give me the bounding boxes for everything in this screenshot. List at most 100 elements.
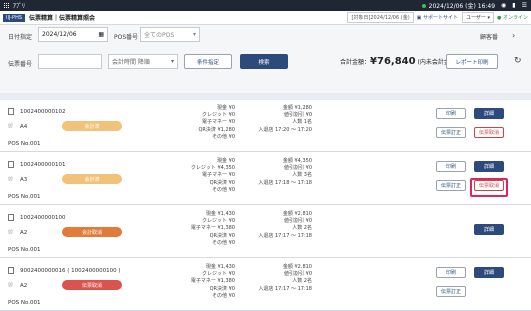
payment-line: その他 ¥0 [212, 292, 235, 299]
sort-select[interactable]: 会計時間 降順 ▾ [108, 54, 178, 69]
seat-number: A2 [20, 230, 28, 236]
receipt-id: 1002400000102 [20, 109, 66, 115]
receipt-id: 1002400000101 [20, 162, 66, 168]
filter-area: 日付指定 2024/12/06 ▦ POS番号 全てのPOS ▾ 顧客番 › 伝票番… [0, 25, 531, 93]
pos-number: POS No.001 [8, 194, 41, 200]
app-name: ｱﾌﾟﾘ [13, 3, 26, 10]
detail-button[interactable]: 詳細 [474, 224, 504, 235]
seat-number: A3 [20, 177, 28, 183]
receipt-input[interactable] [38, 54, 102, 69]
detail-button[interactable]: 詳細 [474, 267, 504, 278]
receipt-row: 1002400000100 ⛆ A2 会計取消 POS No.001 現金 ¥1,430 ク… [0, 206, 531, 258]
payment-breakdown: 現金 ¥0 クレジット ¥0 電子マネー ¥0 QR決済 ¥1,280 その他 ¥0 [175, 105, 236, 141]
seat-number: A2 [20, 283, 28, 289]
print-button[interactable]: 印刷 [436, 108, 466, 119]
summary-line: 人数 2名 [292, 225, 312, 232]
app-grid-icon[interactable] [4, 2, 10, 9]
print-button[interactable]: 印刷 [436, 161, 466, 172]
summary-breakdown: 金額 ¥1,280 値引割引 ¥0 人数 1名 入退店 17:20 ～ 17:20 [252, 105, 312, 134]
payment-line: 電子マネー ¥0 [202, 172, 235, 179]
calendar-icon[interactable]: ▦ [98, 31, 104, 38]
search-button[interactable]: 検索 [240, 54, 288, 69]
payment-line: 電子マネー ¥1,380 [190, 225, 235, 232]
chevron-right-icon[interactable]: › [512, 31, 515, 40]
wifi-icon: ◉ [501, 2, 507, 9]
table-icon: ⛆ [8, 176, 13, 183]
system-topbar: ｱﾌﾟﾘ 2024/12/06 (金) 16:49 ◉ ▮ ☰ [0, 0, 531, 11]
seat-number: A4 [20, 124, 28, 130]
receipt-row: 9002400000016 ( 1002400000100 ) ⛆ A2 伝票取消 PO… [0, 259, 531, 311]
table-icon: ⛆ [8, 123, 13, 130]
status-badge: 会計済 [62, 121, 122, 131]
target-date-label: [対象日]2024/12/06 (金) [347, 12, 414, 23]
summary-line: 入退店 17:17 ～ 17:18 [258, 232, 312, 239]
table-icon: ⛆ [8, 282, 13, 289]
detail-button[interactable]: 詳細 [474, 108, 504, 119]
receipt-label: 伝票番号 [8, 61, 33, 68]
detail-button[interactable]: 詳細 [474, 161, 504, 172]
receipt-icon [8, 161, 14, 168]
pos-label: POS番号 [114, 34, 139, 41]
pos-select[interactable]: 全てのPOS ▾ [140, 27, 200, 42]
status-badge: 会計済 [62, 174, 122, 184]
summary-breakdown: 金額 ¥4,350 値引割引 ¥0 人数 3名 入退店 17:18 ～ 17:18 [252, 158, 312, 187]
payment-line: QR決済 ¥0 [209, 179, 235, 186]
payment-breakdown: 現金 ¥1,430 クレジット ¥0 電子マネー ¥1,380 QR決済 ¥0 その他 … [175, 264, 235, 300]
payment-line: 現金 ¥0 [217, 105, 235, 111]
pos-number: POS No.001 [8, 300, 41, 306]
payment-line: 電子マネー ¥0 [202, 119, 235, 126]
payment-line: 現金 ¥0 [217, 158, 235, 164]
payment-line: その他 ¥0 [212, 239, 235, 246]
payment-breakdown: 現金 ¥0 クレジット ¥4,350 電子マネー ¥0 QR決済 ¥0 その他 ¥0 [175, 158, 235, 194]
refresh-icon[interactable]: ↻ [514, 56, 522, 66]
datetime: 2024/12/06 (金) 16:49 [428, 3, 496, 10]
support-link[interactable]: ▣ サポートサイト [417, 14, 458, 21]
print-button[interactable]: 印刷 [436, 267, 466, 278]
receipt-id: 9002400000016 ( 1002400000100 ) [20, 268, 121, 274]
pos-number: POS No.001 [8, 247, 41, 253]
summary-line: 入退店 17:17 ～ 17:18 [258, 285, 312, 292]
payment-line: QR決済 ¥0 [209, 232, 235, 239]
payment-line: 現金 ¥1,430 [205, 211, 235, 217]
receipt-list: 1002400000102 ⛆ A4 会計済 POS No.001 現金 ¥0 クレジット … [0, 100, 531, 311]
date-input[interactable]: 2024/12/06 ▦ [38, 27, 108, 42]
receipt-row: 1002400000101 ⛆ A3 会計済 POS No.001 現金 ¥0 クレジット … [0, 153, 531, 205]
menu-icon[interactable]: ☰ [522, 2, 527, 9]
payment-line: QR決済 ¥1,280 [198, 126, 236, 133]
table-icon: ⛆ [8, 229, 13, 236]
payment-line: QR決済 ¥0 [209, 285, 235, 292]
summary-breakdown: 金額 ¥2,810 値引割引 ¥0 人数 2名 入退店 17:17 ～ 17:18 [252, 264, 312, 293]
payment-breakdown: 現金 ¥1,430 クレジット ¥0 電子マネー ¥1,380 QR決済 ¥0 その他 … [175, 211, 235, 247]
page-header: IIJ-PHS 伝票精算｜伝票精算照会 [対象日]2024/12/06 (金) … [0, 11, 531, 25]
receipt-icon [8, 214, 14, 221]
summary-line: 人数 1名 [292, 119, 312, 126]
receipt-icon [8, 267, 14, 274]
correct-receipt-button[interactable]: 伝票訂正 [436, 127, 466, 138]
status-badge: 会計取消 [62, 227, 122, 237]
payment-line: その他 ¥0 [212, 186, 235, 193]
highlight-frame [470, 178, 508, 197]
online-status: ● オンライン [497, 15, 528, 21]
online-dot-icon [421, 3, 426, 8]
summary-line: 人数 3名 [292, 172, 312, 179]
payment-line: 現金 ¥1,430 [205, 264, 235, 270]
page-title: 伝票精算｜伝票精算照会 [29, 15, 96, 22]
correct-receipt-button[interactable]: 伝票訂正 [436, 180, 466, 191]
battery-icon: ▮ [512, 2, 516, 9]
user-select[interactable]: ユーザー ▾ [462, 12, 495, 23]
app-code-badge: IIJ-PHS [3, 13, 25, 22]
report-print-button[interactable]: レポート印刷 [446, 54, 498, 69]
receipt-row: 1002400000102 ⛆ A4 会計済 POS No.001 現金 ¥0 クレジット … [0, 100, 531, 152]
condition-button[interactable]: 条件指定 [184, 54, 232, 69]
summary-line: 人数 2名 [292, 278, 312, 285]
payment-line: その他 ¥0 [212, 133, 235, 140]
summary-line: 入退店 17:20 ～ 17:20 [258, 126, 312, 133]
date-label: 日付指定 [8, 34, 33, 41]
summary-line: 入退店 17:18 ～ 17:18 [258, 179, 312, 186]
correct-receipt-button[interactable]: 伝票訂正 [436, 286, 466, 297]
payment-line: 電子マネー ¥1,380 [190, 278, 235, 285]
summary-breakdown: 金額 ¥2,810 値引割引 ¥0 人数 2名 入退店 17:17 ～ 17:18 [252, 211, 312, 240]
cancel-receipt-button[interactable]: 伝票取消 [474, 127, 504, 138]
customer-label: 顧客番 [480, 34, 499, 41]
status-badge: 伝票取消 [62, 280, 122, 290]
